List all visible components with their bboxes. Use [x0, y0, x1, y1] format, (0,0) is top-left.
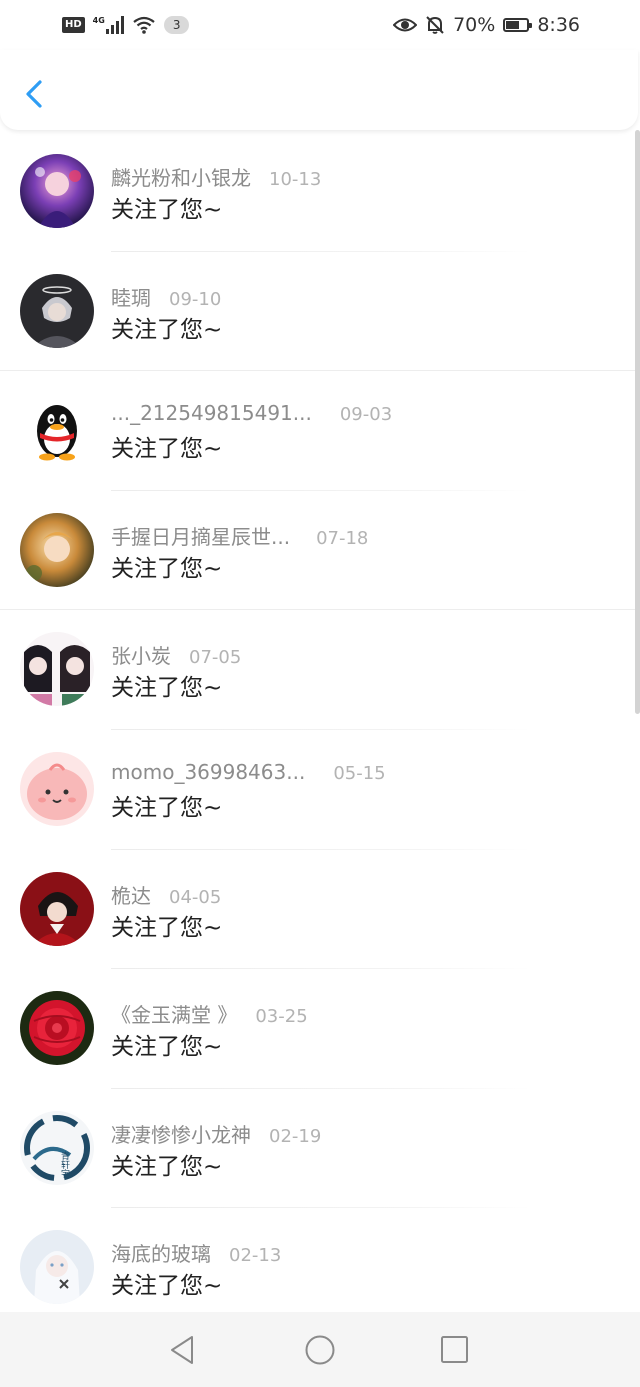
item-meta: 手握日月摘星辰世... 07-18 — [111, 521, 368, 550]
item-message: 关注了您~ — [111, 1273, 223, 1300]
list-item[interactable]: momo_36998463... 05-15 关注了您~ — [0, 730, 640, 850]
eye-icon — [393, 18, 418, 32]
battery-level — [506, 21, 519, 29]
item-meta: 睦琱 09-10 — [111, 282, 221, 311]
item-date: 03-25 — [255, 1006, 308, 1028]
item-date: 07-18 — [316, 527, 369, 549]
list-item[interactable]: 海底的玻璃 02-13 关注了您~ — [0, 1208, 640, 1328]
list-item[interactable]: 睦琱 09-10 关注了您~ — [0, 252, 640, 372]
nav-recents-button[interactable] — [439, 1334, 471, 1366]
user-name[interactable]: 手握日月摘星辰世... — [111, 521, 290, 550]
item-message: 关注了您~ — [111, 1153, 223, 1180]
avatar[interactable] — [20, 273, 94, 348]
item-date: 07-05 — [189, 647, 242, 669]
item-message: 关注了您~ — [111, 794, 223, 821]
item-meta: 桅达 04-05 — [111, 880, 221, 909]
item-date: 05-15 — [333, 762, 386, 784]
item-meta: momo_36998463... 05-15 — [111, 760, 386, 784]
user-name[interactable]: 张小炭 — [111, 640, 171, 669]
item-date: 10-13 — [269, 169, 322, 190]
item-meta: 张小炭 07-05 — [111, 640, 241, 669]
item-message: 关注了您~ — [111, 197, 223, 223]
list-item[interactable]: 桅达 04-05 关注了您~ — [0, 850, 640, 970]
item-meta: 凄凄惨惨小龙神 02-19 — [111, 1119, 321, 1148]
nav-home-button[interactable] — [304, 1334, 336, 1366]
bell-off-icon — [426, 16, 444, 34]
network-type-label: 4G — [92, 16, 105, 25]
item-message: 关注了您~ — [111, 675, 223, 702]
chevron-left-icon — [26, 80, 42, 108]
home-circle-icon — [305, 1335, 335, 1365]
back-triangle-icon — [171, 1336, 193, 1364]
user-name[interactable]: 桅达 — [111, 880, 151, 909]
wifi-icon — [133, 16, 155, 34]
list-item[interactable]: ..._212549815491... 09-03 关注了您~ — [0, 371, 640, 491]
item-date: 04-05 — [169, 886, 222, 908]
nav-back-button[interactable] — [166, 1334, 198, 1366]
avatar[interactable] — [20, 393, 94, 468]
user-name[interactable]: ..._212549815491... — [111, 401, 312, 425]
user-name[interactable]: momo_36998463... — [111, 760, 305, 784]
list-item[interactable]: 青轩宇 凄凄惨惨小龙神 02-19 关注了您~ — [0, 1089, 640, 1209]
avatar[interactable] — [20, 154, 94, 228]
user-name[interactable]: 凄凄惨惨小龙神 — [111, 1119, 251, 1148]
scrollbar[interactable] — [635, 130, 640, 714]
avatar[interactable]: 青轩宇 — [20, 1110, 94, 1185]
status-left: HD 4G 3 — [62, 12, 190, 38]
avatar[interactable] — [20, 632, 94, 707]
avatar-seal-text: 青轩宇 — [59, 1150, 70, 1178]
item-meta: 海底的玻璃 02-13 — [111, 1238, 281, 1267]
item-date: 09-10 — [169, 288, 222, 310]
avatar[interactable] — [20, 871, 94, 946]
header-bar — [0, 50, 638, 130]
item-message: 关注了您~ — [111, 436, 223, 463]
back-button[interactable] — [18, 74, 52, 114]
item-message: 关注了您~ — [111, 555, 223, 582]
sim-count-badge: 3 — [163, 16, 190, 34]
recents-square-icon — [441, 1336, 468, 1363]
item-meta: 麟光粉和小银龙 10-13 — [111, 162, 321, 191]
avatar[interactable] — [20, 512, 94, 587]
qq-penguin-icon — [37, 405, 77, 461]
avatar[interactable] — [20, 1230, 94, 1305]
user-name[interactable]: 麟光粉和小银龙 — [111, 162, 251, 191]
item-message: 关注了您~ — [111, 1034, 223, 1061]
item-date: 02-13 — [229, 1245, 282, 1267]
user-name[interactable]: 睦琱 — [111, 282, 151, 311]
item-meta: ..._212549815491... 09-03 — [111, 401, 392, 425]
avatar[interactable] — [20, 751, 94, 826]
battery-icon — [503, 18, 533, 32]
list-item[interactable]: 《金玉满堂 》 03-25 关注了您~ — [0, 969, 640, 1089]
item-message: 关注了您~ — [111, 316, 223, 343]
battery-percent: 70% — [453, 14, 496, 36]
hd-icon: HD — [62, 17, 85, 33]
user-name[interactable]: 《金玉满堂 》 — [111, 999, 237, 1028]
item-date: 09-03 — [339, 404, 393, 426]
item-message: 关注了您~ — [111, 914, 223, 941]
avatar[interactable] — [20, 991, 94, 1066]
list-item[interactable]: 张小炭 07-05 关注了您~ — [0, 610, 640, 730]
clock: 8:36 — [537, 14, 580, 36]
notification-list: 麟光粉和小银龙 10-13 关注了您~ 睦琱 09-10 关注了您~ ..._2… — [0, 132, 640, 1328]
system-navigation-bar — [0, 1312, 640, 1387]
status-right: 70% 8:36 — [393, 12, 580, 38]
user-name[interactable]: 海底的玻璃 — [111, 1238, 211, 1267]
signal-icon: 4G — [93, 16, 124, 34]
list-item[interactable]: 手握日月摘星辰世... 07-18 关注了您~ — [0, 491, 640, 611]
item-meta: 《金玉满堂 》 03-25 — [111, 999, 308, 1028]
list-item[interactable]: 麟光粉和小银龙 10-13 关注了您~ — [0, 132, 640, 252]
item-date: 02-19 — [269, 1125, 322, 1147]
status-bar: HD 4G 3 70% 8:36 — [0, 0, 640, 50]
